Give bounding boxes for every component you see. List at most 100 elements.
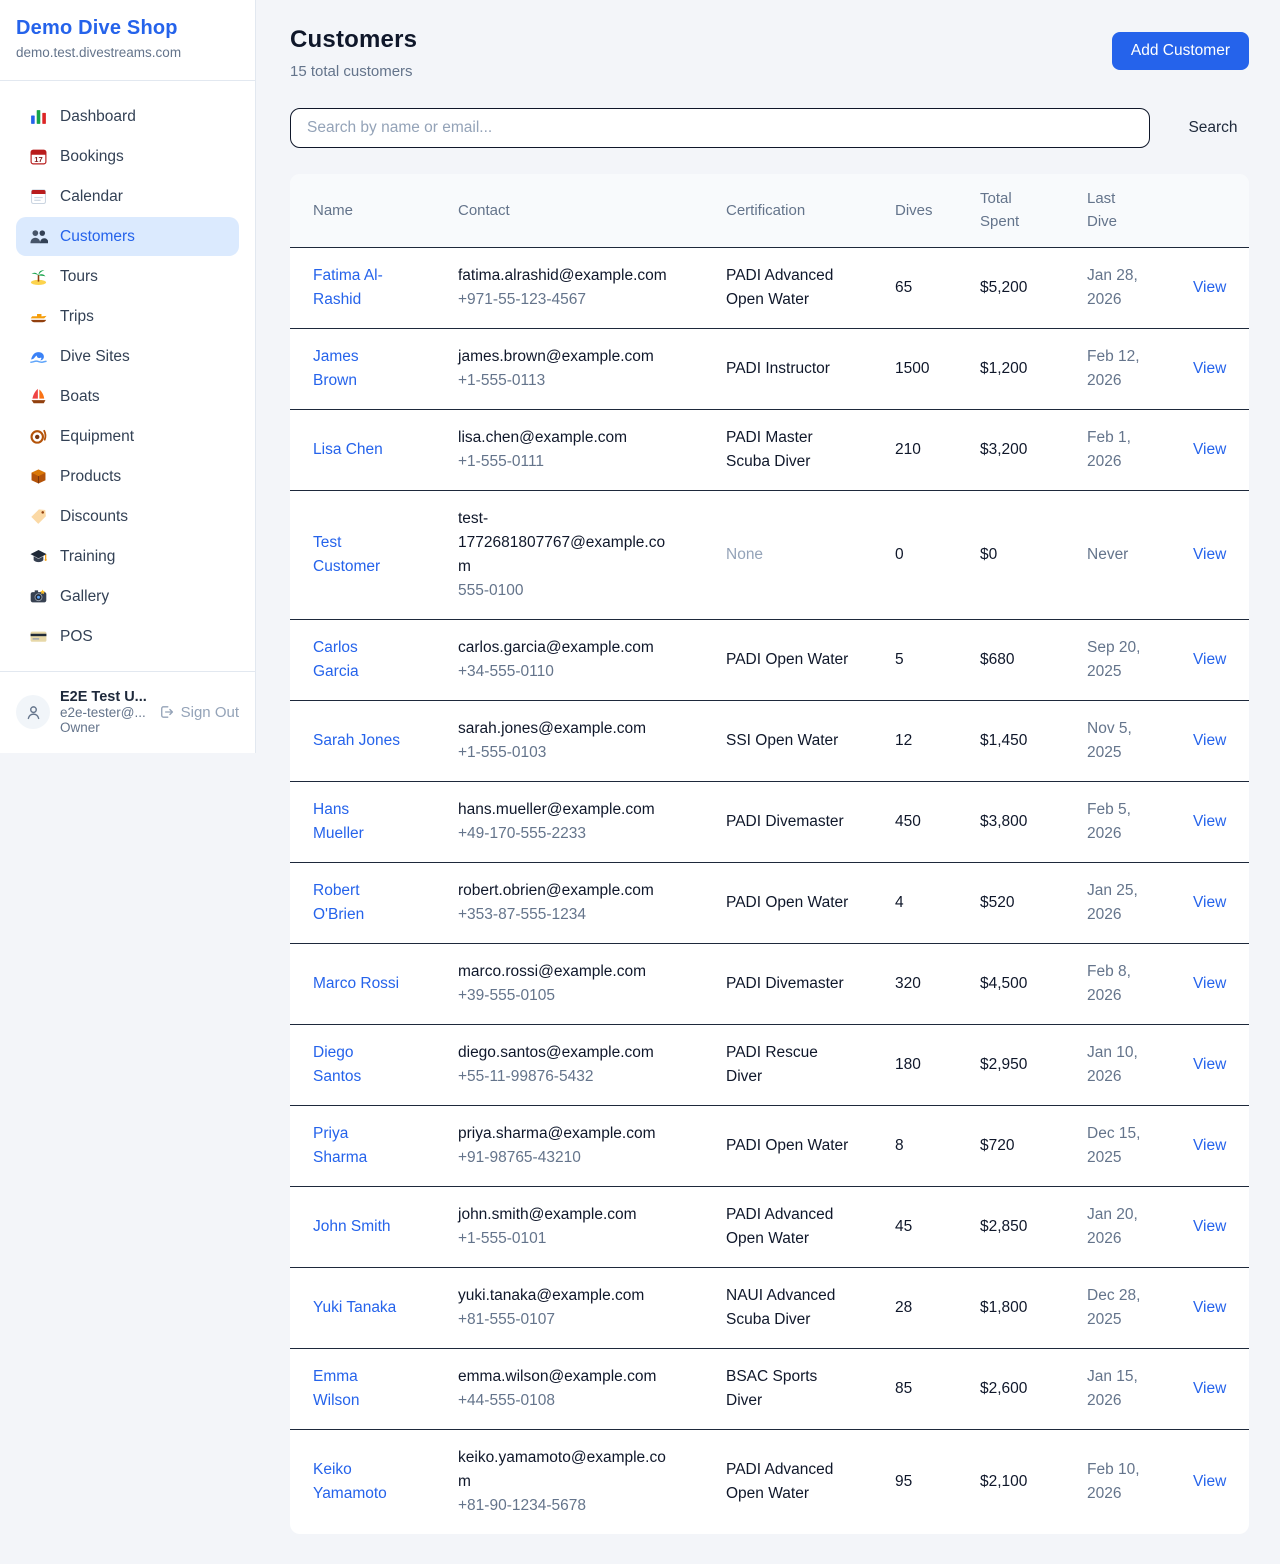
table-row: Yuki Tanaka yuki.tanaka@example.com +81-…	[290, 1268, 1249, 1349]
customer-email: marco.rossi@example.com	[458, 960, 673, 984]
sidebar-item-boats[interactable]: Boats	[16, 377, 239, 416]
view-link[interactable]: View	[1193, 810, 1226, 834]
view-link[interactable]: View	[1193, 276, 1226, 300]
customer-email: carlos.garcia@example.com	[458, 636, 673, 660]
view-link[interactable]: View	[1193, 543, 1226, 567]
customer-name-link[interactable]: Lisa Chen	[313, 438, 383, 462]
view-link[interactable]: View	[1193, 1296, 1226, 1320]
customer-name-link[interactable]: Keiko Yamamoto	[313, 1458, 401, 1506]
view-link[interactable]: View	[1193, 1215, 1226, 1239]
customer-phone: +1-555-0101	[458, 1227, 716, 1251]
customer-name-link[interactable]: Emma Wilson	[313, 1365, 401, 1413]
customer-last-dive: Nov 5, 2025	[1087, 717, 1151, 765]
sidebar-item-dashboard[interactable]: Dashboard	[16, 97, 239, 136]
customer-email: hans.mueller@example.com	[458, 798, 673, 822]
view-link[interactable]: View	[1193, 648, 1226, 672]
sidebar-item-trips[interactable]: Trips	[16, 297, 239, 336]
customer-dives: 65	[895, 279, 912, 296]
page-header: Customers 15 total customers Add Custome…	[290, 26, 1249, 80]
sidebar-item-gallery[interactable]: Gallery	[16, 577, 239, 616]
view-link[interactable]: View	[1193, 891, 1226, 915]
view-link[interactable]: View	[1193, 729, 1226, 753]
customer-phone: +91-98765-43210	[458, 1146, 716, 1170]
customer-total-spent: $1,800	[980, 1299, 1027, 1316]
customer-dives: 45	[895, 1218, 912, 1235]
view-link[interactable]: View	[1193, 972, 1226, 996]
view-link[interactable]: View	[1193, 1377, 1226, 1401]
customer-name-link[interactable]: Sarah Jones	[313, 729, 400, 753]
sidebar-item-calendar[interactable]: Calendar	[16, 177, 239, 216]
view-link[interactable]: View	[1193, 1470, 1226, 1494]
discounts-icon	[29, 507, 48, 526]
customer-name-link[interactable]: Marco Rossi	[313, 972, 399, 996]
sidebar-item-products[interactable]: Products	[16, 457, 239, 496]
bookings-icon: 17	[29, 147, 48, 166]
customer-name-link[interactable]: James Brown	[313, 345, 401, 393]
sign-out-button[interactable]: Sign Out	[158, 704, 239, 721]
customer-name-link[interactable]: Carlos Garcia	[313, 636, 401, 684]
dive-sites-icon	[29, 347, 48, 366]
customer-dives: 450	[895, 813, 921, 830]
customer-name-link[interactable]: Fatima Al-Rashid	[313, 264, 401, 312]
table-row: Priya Sharma priya.sharma@example.com +9…	[290, 1106, 1249, 1187]
customer-last-dive: Never	[1087, 543, 1151, 567]
customer-name-link[interactable]: Yuki Tanaka	[313, 1296, 396, 1320]
column-header-name: Name	[313, 199, 458, 222]
sidebar-item-equipment[interactable]: Equipment	[16, 417, 239, 456]
view-link[interactable]: View	[1193, 357, 1226, 381]
sidebar-item-pos[interactable]: POS	[16, 617, 239, 656]
sidebar-nav: Dashboard 17 Bookings Calendar Customers…	[0, 81, 255, 671]
customer-dives: 0	[895, 546, 904, 563]
customer-certification: PADI Instructor	[726, 357, 852, 381]
training-icon	[29, 547, 48, 566]
sidebar-item-tours[interactable]: Tours	[16, 257, 239, 296]
customer-name-link[interactable]: Hans Mueller	[313, 798, 401, 846]
search-input[interactable]	[290, 108, 1150, 148]
customer-last-dive: Dec 28, 2025	[1087, 1284, 1151, 1332]
customer-name-link[interactable]: John Smith	[313, 1215, 391, 1239]
customer-email: james.brown@example.com	[458, 345, 673, 369]
shop-name: Demo Dive Shop	[16, 17, 239, 40]
sidebar-item-discounts[interactable]: Discounts	[16, 497, 239, 536]
customer-phone: +49-170-555-2233	[458, 822, 716, 846]
sidebar-item-bookings[interactable]: 17 Bookings	[16, 137, 239, 176]
customer-total-spent: $1,450	[980, 732, 1027, 749]
customer-total-spent: $520	[980, 894, 1014, 911]
pos-icon	[29, 627, 48, 646]
search-button[interactable]: Search	[1177, 111, 1249, 145]
customer-dives: 85	[895, 1380, 912, 1397]
customer-certification: PADI Advanced Open Water	[726, 1458, 852, 1506]
sidebar-item-dive-sites[interactable]: Dive Sites	[16, 337, 239, 376]
customer-name-link[interactable]: Test Customer	[313, 531, 401, 579]
table-row: Test Customer test-1772681807767@example…	[290, 491, 1249, 620]
column-header-contact: Contact	[458, 199, 726, 222]
add-customer-button[interactable]: Add Customer	[1112, 32, 1249, 70]
customer-last-dive: Jan 25, 2026	[1087, 879, 1151, 927]
view-link[interactable]: View	[1193, 1134, 1226, 1158]
view-link[interactable]: View	[1193, 1053, 1226, 1077]
sidebar-user-footer: E2E Test U... e2e-tester@... Owner Sign …	[0, 671, 255, 753]
customer-certification: PADI Advanced Open Water	[726, 264, 852, 312]
customer-dives: 180	[895, 1056, 921, 1073]
customer-last-dive: Feb 5, 2026	[1087, 798, 1151, 846]
equipment-icon	[29, 427, 48, 446]
sidebar-item-customers[interactable]: Customers	[16, 217, 239, 256]
search-bar: Search	[290, 108, 1249, 148]
user-role: Owner	[60, 720, 148, 735]
customer-total-spent: $4,500	[980, 975, 1027, 992]
customer-last-dive: Feb 8, 2026	[1087, 960, 1151, 1008]
view-link[interactable]: View	[1193, 438, 1226, 462]
customer-email: lisa.chen@example.com	[458, 426, 673, 450]
customer-last-dive: Dec 15, 2025	[1087, 1122, 1151, 1170]
customer-name-link[interactable]: Diego Santos	[313, 1041, 401, 1089]
customer-name-link[interactable]: Priya Sharma	[313, 1122, 401, 1170]
table-row: Robert O'Brien robert.obrien@example.com…	[290, 863, 1249, 944]
trips-icon	[29, 307, 48, 326]
customer-email: emma.wilson@example.com	[458, 1365, 673, 1389]
customer-email: test-1772681807767@example.com	[458, 507, 673, 579]
sidebar-item-training[interactable]: Training	[16, 537, 239, 576]
customer-name-link[interactable]: Robert O'Brien	[313, 879, 401, 927]
sign-out-icon	[158, 704, 174, 720]
calendar-icon	[29, 187, 48, 206]
customer-total-spent: $680	[980, 651, 1014, 668]
